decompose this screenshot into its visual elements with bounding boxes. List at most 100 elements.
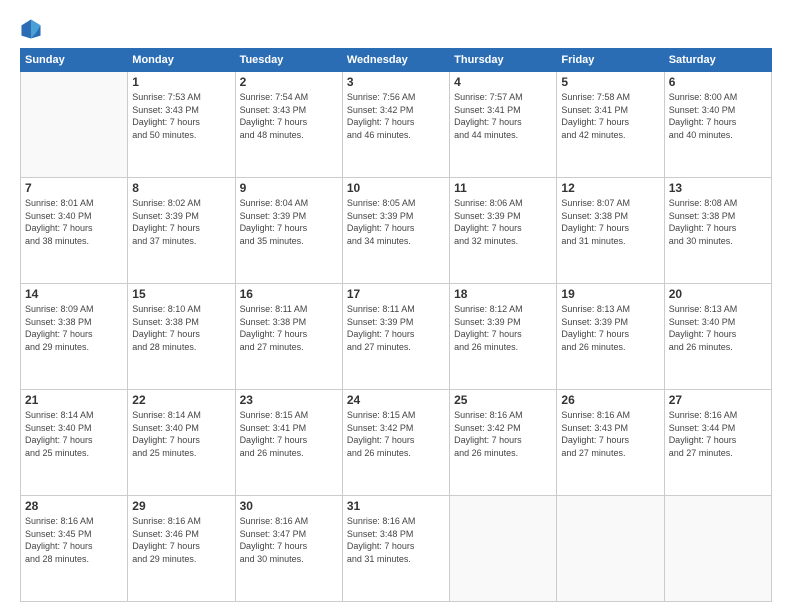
day-info: Sunrise: 7:58 AM Sunset: 3:41 PM Dayligh… [561, 91, 659, 141]
day-info: Sunrise: 8:08 AM Sunset: 3:38 PM Dayligh… [669, 197, 767, 247]
calendar-week-row: 1 Sunrise: 7:53 AM Sunset: 3:43 PM Daylig… [21, 72, 772, 178]
day-info: Sunrise: 7:57 AM Sunset: 3:41 PM Dayligh… [454, 91, 552, 141]
calendar-day-cell [557, 496, 664, 602]
day-info: Sunrise: 7:54 AM Sunset: 3:43 PM Dayligh… [240, 91, 338, 141]
day-number: 28 [25, 499, 123, 513]
calendar-day-cell: 7 Sunrise: 8:01 AM Sunset: 3:40 PM Daylig… [21, 178, 128, 284]
weekday-header: Monday [128, 49, 235, 72]
day-info: Sunrise: 8:16 AM Sunset: 3:42 PM Dayligh… [454, 409, 552, 459]
calendar-day-cell: 25Sunrise: 8:16 AM Sunset: 3:42 PM Dayli… [450, 390, 557, 496]
logo-icon [20, 18, 42, 40]
calendar-day-cell: 11Sunrise: 8:06 AM Sunset: 3:39 PM Dayli… [450, 178, 557, 284]
calendar-day-cell: 28 Sunrise: 8:16 AM Sunset: 3:45 PM Dayli… [21, 496, 128, 602]
day-number: 15 [132, 287, 230, 301]
day-info: Sunrise: 8:16 AM Sunset: 3:44 PM Dayligh… [669, 409, 767, 459]
calendar-day-cell: 14Sunrise: 8:09 AM Sunset: 3:38 PM Dayli… [21, 284, 128, 390]
calendar-day-cell: 12 Sunrise: 8:07 AM Sunset: 3:38 PM Dayli… [557, 178, 664, 284]
calendar-day-cell: 24 Sunrise: 8:15 AM Sunset: 3:42 PM Dayli… [342, 390, 449, 496]
calendar-day-cell: 2Sunrise: 7:54 AM Sunset: 3:43 PM Daylig… [235, 72, 342, 178]
day-number: 4 [454, 75, 552, 89]
calendar-day-cell: 30Sunrise: 8:16 AM Sunset: 3:47 PM Dayli… [235, 496, 342, 602]
day-number: 7 [25, 181, 123, 195]
calendar-day-cell: 9 Sunrise: 8:04 AM Sunset: 3:39 PM Daylig… [235, 178, 342, 284]
calendar-day-cell: 4 Sunrise: 7:57 AM Sunset: 3:41 PM Daylig… [450, 72, 557, 178]
day-number: 10 [347, 181, 445, 195]
day-info: Sunrise: 8:15 AM Sunset: 3:41 PM Dayligh… [240, 409, 338, 459]
day-info: Sunrise: 8:16 AM Sunset: 3:47 PM Dayligh… [240, 515, 338, 565]
day-number: 20 [669, 287, 767, 301]
day-info: Sunrise: 8:13 AM Sunset: 3:40 PM Dayligh… [669, 303, 767, 353]
calendar-day-cell: 10Sunrise: 8:05 AM Sunset: 3:39 PM Dayli… [342, 178, 449, 284]
day-number: 26 [561, 393, 659, 407]
day-info: Sunrise: 8:11 AM Sunset: 3:39 PM Dayligh… [347, 303, 445, 353]
day-number: 5 [561, 75, 659, 89]
weekday-header: Sunday [21, 49, 128, 72]
calendar-day-cell: 13 Sunrise: 8:08 AM Sunset: 3:38 PM Dayli… [664, 178, 771, 284]
calendar-day-cell: 6 Sunrise: 8:00 AM Sunset: 3:40 PM Daylig… [664, 72, 771, 178]
calendar-body: 1 Sunrise: 7:53 AM Sunset: 3:43 PM Daylig… [21, 72, 772, 602]
calendar-table: SundayMondayTuesdayWednesdayThursdayFrid… [20, 48, 772, 602]
day-number: 23 [240, 393, 338, 407]
calendar-day-cell: 1 Sunrise: 7:53 AM Sunset: 3:43 PM Daylig… [128, 72, 235, 178]
calendar-day-cell: 17Sunrise: 8:11 AM Sunset: 3:39 PM Dayli… [342, 284, 449, 390]
day-number: 3 [347, 75, 445, 89]
day-info: Sunrise: 8:16 AM Sunset: 3:43 PM Dayligh… [561, 409, 659, 459]
day-info: Sunrise: 7:56 AM Sunset: 3:42 PM Dayligh… [347, 91, 445, 141]
day-info: Sunrise: 8:06 AM Sunset: 3:39 PM Dayligh… [454, 197, 552, 247]
day-info: Sunrise: 7:53 AM Sunset: 3:43 PM Dayligh… [132, 91, 230, 141]
day-info: Sunrise: 8:10 AM Sunset: 3:38 PM Dayligh… [132, 303, 230, 353]
calendar-day-cell: 15 Sunrise: 8:10 AM Sunset: 3:38 PM Dayli… [128, 284, 235, 390]
calendar-day-cell: 27Sunrise: 8:16 AM Sunset: 3:44 PM Dayli… [664, 390, 771, 496]
day-number: 13 [669, 181, 767, 195]
day-info: Sunrise: 8:04 AM Sunset: 3:39 PM Dayligh… [240, 197, 338, 247]
day-number: 16 [240, 287, 338, 301]
day-info: Sunrise: 8:14 AM Sunset: 3:40 PM Dayligh… [25, 409, 123, 459]
calendar-day-cell: 19Sunrise: 8:13 AM Sunset: 3:39 PM Dayli… [557, 284, 664, 390]
day-info: Sunrise: 8:02 AM Sunset: 3:39 PM Dayligh… [132, 197, 230, 247]
day-info: Sunrise: 8:14 AM Sunset: 3:40 PM Dayligh… [132, 409, 230, 459]
calendar-day-cell: 21 Sunrise: 8:14 AM Sunset: 3:40 PM Dayli… [21, 390, 128, 496]
day-info: Sunrise: 8:00 AM Sunset: 3:40 PM Dayligh… [669, 91, 767, 141]
day-info: Sunrise: 8:01 AM Sunset: 3:40 PM Dayligh… [25, 197, 123, 247]
weekday-row: SundayMondayTuesdayWednesdayThursdayFrid… [21, 49, 772, 72]
calendar-day-cell: 31 Sunrise: 8:16 AM Sunset: 3:48 PM Dayli… [342, 496, 449, 602]
day-info: Sunrise: 8:12 AM Sunset: 3:39 PM Dayligh… [454, 303, 552, 353]
calendar-day-cell: 23 Sunrise: 8:15 AM Sunset: 3:41 PM Dayli… [235, 390, 342, 496]
page: SundayMondayTuesdayWednesdayThursdayFrid… [0, 0, 792, 612]
calendar-week-row: 7 Sunrise: 8:01 AM Sunset: 3:40 PM Daylig… [21, 178, 772, 284]
calendar-day-cell: 22 Sunrise: 8:14 AM Sunset: 3:40 PM Dayli… [128, 390, 235, 496]
day-number: 21 [25, 393, 123, 407]
weekday-header: Tuesday [235, 49, 342, 72]
day-number: 24 [347, 393, 445, 407]
day-info: Sunrise: 8:11 AM Sunset: 3:38 PM Dayligh… [240, 303, 338, 353]
calendar-week-row: 21 Sunrise: 8:14 AM Sunset: 3:40 PM Dayli… [21, 390, 772, 496]
day-number: 14 [25, 287, 123, 301]
header [20, 18, 772, 40]
day-number: 1 [132, 75, 230, 89]
calendar-day-cell: 29Sunrise: 8:16 AM Sunset: 3:46 PM Dayli… [128, 496, 235, 602]
day-number: 6 [669, 75, 767, 89]
calendar-header: SundayMondayTuesdayWednesdayThursdayFrid… [21, 49, 772, 72]
calendar-day-cell [21, 72, 128, 178]
weekday-header: Friday [557, 49, 664, 72]
day-number: 9 [240, 181, 338, 195]
weekday-header: Thursday [450, 49, 557, 72]
day-number: 29 [132, 499, 230, 513]
calendar-week-row: 28 Sunrise: 8:16 AM Sunset: 3:45 PM Dayli… [21, 496, 772, 602]
calendar-day-cell: 26 Sunrise: 8:16 AM Sunset: 3:43 PM Dayli… [557, 390, 664, 496]
day-info: Sunrise: 8:13 AM Sunset: 3:39 PM Dayligh… [561, 303, 659, 353]
calendar-day-cell [450, 496, 557, 602]
calendar-week-row: 14Sunrise: 8:09 AM Sunset: 3:38 PM Dayli… [21, 284, 772, 390]
day-info: Sunrise: 8:15 AM Sunset: 3:42 PM Dayligh… [347, 409, 445, 459]
weekday-header: Saturday [664, 49, 771, 72]
day-number: 12 [561, 181, 659, 195]
calendar-day-cell: 20 Sunrise: 8:13 AM Sunset: 3:40 PM Dayli… [664, 284, 771, 390]
calendar-day-cell [664, 496, 771, 602]
day-info: Sunrise: 8:07 AM Sunset: 3:38 PM Dayligh… [561, 197, 659, 247]
calendar-day-cell: 3 Sunrise: 7:56 AM Sunset: 3:42 PM Daylig… [342, 72, 449, 178]
day-info: Sunrise: 8:16 AM Sunset: 3:48 PM Dayligh… [347, 515, 445, 565]
day-info: Sunrise: 8:16 AM Sunset: 3:45 PM Dayligh… [25, 515, 123, 565]
day-number: 31 [347, 499, 445, 513]
calendar-day-cell: 8Sunrise: 8:02 AM Sunset: 3:39 PM Daylig… [128, 178, 235, 284]
day-number: 22 [132, 393, 230, 407]
